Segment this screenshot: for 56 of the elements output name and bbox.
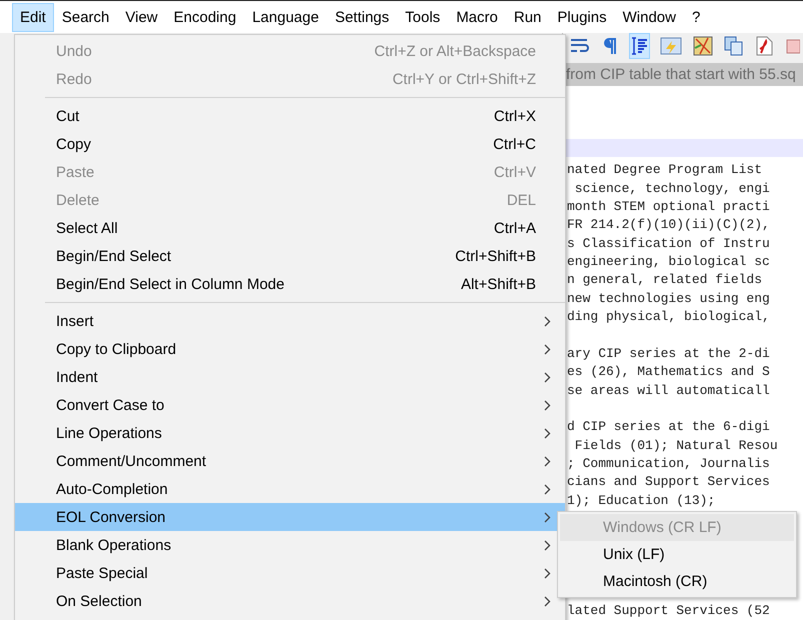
code-line: engineering, biological sc bbox=[566, 253, 771, 272]
chevron-right-icon bbox=[544, 512, 551, 522]
code-line: cians and Support Services bbox=[566, 473, 771, 492]
code-line: ding physical, biological, bbox=[566, 308, 771, 326]
menu-item[interactable]: Begin/End Select in Column Mode Alt+Shift+B bbox=[15, 270, 565, 298]
submenu-item[interactable]: Comment/Uncomment bbox=[15, 447, 565, 475]
chevron-right-icon bbox=[544, 428, 551, 438]
submenu-item[interactable]: Auto-Completion bbox=[15, 475, 565, 503]
menu-bar-item[interactable]: ? bbox=[684, 2, 708, 32]
code-line: 1); Education (13); bbox=[566, 492, 716, 510]
chevron-right-icon bbox=[544, 344, 551, 354]
menu-bar-item[interactable]: Encoding bbox=[166, 2, 244, 32]
menu-item[interactable]: Unix (LF) bbox=[560, 541, 794, 568]
chevron-right-icon bbox=[544, 540, 551, 550]
code-line: es (26), Mathematics and S bbox=[566, 363, 771, 382]
chevron-right-icon bbox=[544, 400, 551, 410]
menu-bar-item[interactable]: Tools bbox=[397, 2, 448, 32]
submenu-item[interactable]: Insert bbox=[15, 307, 565, 335]
menu-bar-item[interactable]: Plugins bbox=[549, 2, 615, 32]
code-line: ; Communication, Journalis bbox=[566, 454, 771, 473]
code-line: FR 214.2(f)(10)(ii)(C)(2), bbox=[566, 216, 771, 234]
code-line: new technologies using eng bbox=[566, 290, 771, 308]
menu-bar-item[interactable]: Window bbox=[614, 2, 684, 32]
menu-bar-item[interactable]: Edit bbox=[12, 2, 54, 32]
submenu-item[interactable]: Copy to Clipboard bbox=[15, 335, 565, 363]
code-line: s Classification of Instru bbox=[566, 234, 771, 253]
code-line: nated Degree Program List bbox=[566, 161, 764, 180]
indent-guide-icon[interactable] bbox=[629, 33, 650, 59]
chevron-right-icon bbox=[544, 484, 551, 494]
submenu-item[interactable]: EOL Conversion bbox=[15, 503, 565, 531]
code-line: se areas will automaticall bbox=[566, 382, 771, 400]
code-line: month STEM optional practi bbox=[566, 198, 771, 216]
chevron-right-icon bbox=[544, 596, 551, 606]
chevron-right-icon bbox=[544, 456, 551, 466]
menu-bar-item[interactable]: Search bbox=[54, 2, 118, 32]
menu-bar-item[interactable]: View bbox=[117, 2, 166, 32]
menu-bar-item[interactable]: Run bbox=[506, 2, 550, 32]
submenu-item[interactable]: Convert Case to bbox=[15, 391, 565, 419]
menu-item[interactable]: Select All Ctrl+A bbox=[15, 214, 565, 242]
chevron-right-icon bbox=[544, 316, 551, 326]
menu-item[interactable]: Cut Ctrl+X bbox=[15, 102, 565, 130]
menu-bar-item[interactable]: Language bbox=[244, 2, 327, 32]
code-line: d CIP series at the 6-digi bbox=[566, 418, 771, 436]
menu-item[interactable]: Copy Ctrl+C bbox=[15, 130, 565, 158]
menu-item[interactable]: Begin/End Select Ctrl+Shift+B bbox=[15, 242, 565, 270]
code-line: n general, related fields bbox=[566, 271, 764, 290]
menu-bar-item[interactable]: Macro bbox=[448, 2, 506, 32]
chevron-right-icon bbox=[544, 372, 551, 382]
chevron-right-icon bbox=[544, 568, 551, 578]
submenu-item[interactable]: Indent bbox=[15, 363, 565, 391]
code-line: science, technology, engi bbox=[574, 180, 771, 198]
code-line: ary CIP series at the 2-di bbox=[566, 344, 771, 363]
menu-bar-item[interactable]: Settings bbox=[326, 2, 398, 32]
code-line: lated Support Services (52 bbox=[566, 602, 771, 620]
code-line: Fields (01); Natural Resou bbox=[574, 436, 779, 455]
submenu-item[interactable]: Line Operations bbox=[15, 419, 565, 447]
